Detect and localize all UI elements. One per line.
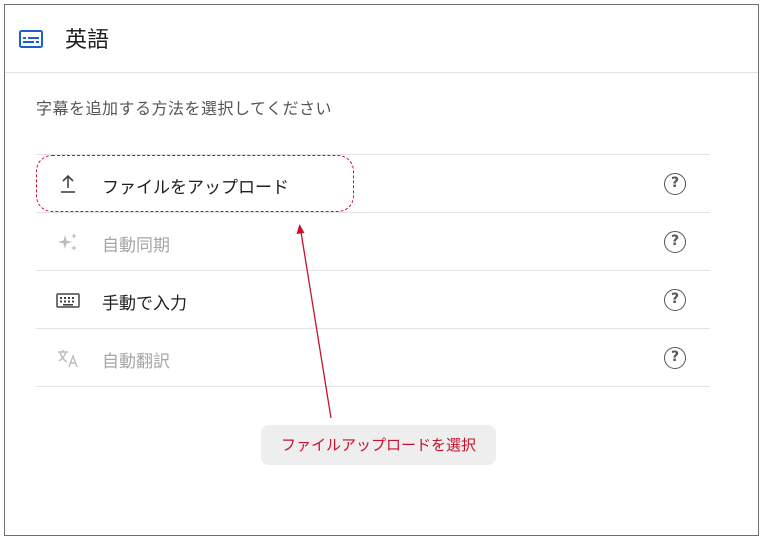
subtitles-icon xyxy=(19,30,43,48)
annotation-callout: ファイルアップロードを選択 xyxy=(261,425,496,465)
help-icon[interactable]: ? xyxy=(664,289,686,311)
option-label: 手動で入力 xyxy=(102,294,187,314)
option-label: 自動同期 xyxy=(102,236,170,256)
instruction-text: 字幕を追加する方法を選択してください xyxy=(36,99,333,118)
help-icon[interactable]: ? xyxy=(664,231,686,253)
upload-highlight xyxy=(36,155,354,212)
help-icon[interactable]: ? xyxy=(664,347,686,369)
translate-icon xyxy=(58,350,78,368)
option-label: 自動翻訳 xyxy=(102,352,170,372)
option-auto-sync: 自動同期 ? xyxy=(36,213,710,271)
dialog-title: 英語 xyxy=(65,28,110,53)
keyboard-icon xyxy=(56,293,80,308)
option-manual-input[interactable]: 手動で入力 ? xyxy=(36,271,710,329)
sparkle-icon xyxy=(58,233,77,251)
option-auto-translate: 自動翻訳 ? xyxy=(36,329,710,387)
dialog-header: 英語 xyxy=(5,5,758,73)
help-icon[interactable]: ? xyxy=(664,173,686,195)
